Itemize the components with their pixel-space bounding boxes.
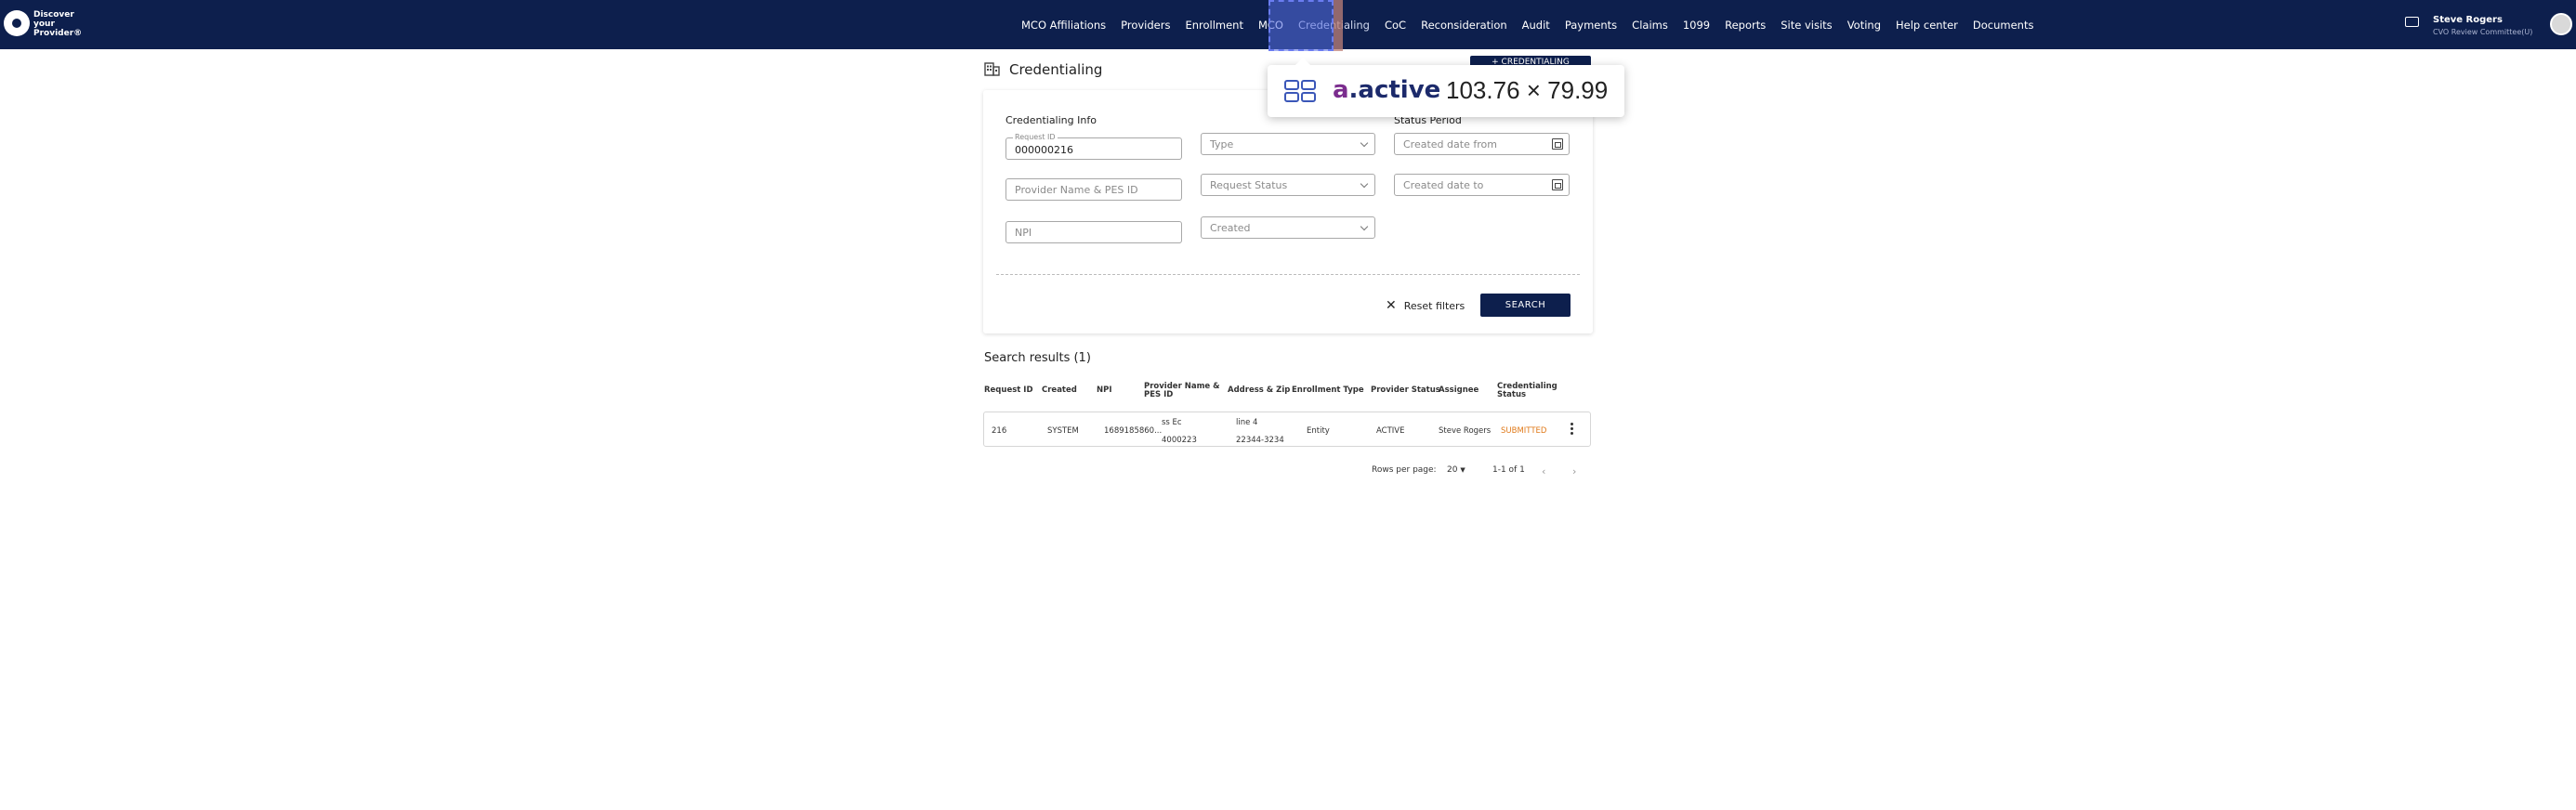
brand-line-2: your: [33, 20, 55, 29]
reset-filters-button[interactable]: ✕ Reset filters: [1386, 298, 1465, 313]
chevron-down-icon: [1360, 138, 1369, 148]
calendar-icon[interactable]: [1552, 138, 1563, 150]
rows-per-page-select[interactable]: 20 ▼: [1447, 465, 1465, 475]
main-nav: MCO Affiliations Providers Enrollment MC…: [1021, 0, 2048, 49]
page-title: Credentialing: [1009, 61, 1103, 78]
nav-item-1099[interactable]: 1099: [1683, 19, 1710, 32]
created-date-from-input[interactable]: Created date from: [1394, 133, 1570, 155]
column-header-provider-status[interactable]: Provider Status: [1371, 386, 1440, 395]
nav-item-coc[interactable]: CoC: [1385, 19, 1406, 32]
cell-assignee: Steve Rogers: [1439, 426, 1492, 436]
column-header-assignee[interactable]: Assignee: [1439, 386, 1479, 395]
request-id-value: 000000216: [1015, 144, 1073, 156]
request-id-field[interactable]: Request ID 000000216: [1005, 133, 1182, 160]
close-icon: ✕: [1386, 298, 1397, 313]
next-page-icon[interactable]: ›: [1572, 465, 1576, 477]
column-header-npi[interactable]: NPI: [1097, 386, 1112, 395]
more-options-icon[interactable]: [1571, 423, 1573, 435]
type-select[interactable]: Type: [1201, 133, 1375, 155]
inspector-selector: a.active: [1333, 76, 1440, 104]
brand-line-3: Provider®: [33, 29, 83, 38]
nav-item-mco-affiliations[interactable]: MCO Affiliations: [1021, 19, 1106, 32]
nav-item-site-visits[interactable]: Site visits: [1781, 19, 1832, 32]
avatar[interactable]: [2550, 13, 2572, 35]
flex-layout-icon: [1284, 80, 1316, 102]
date-to-placeholder: Created date to: [1403, 179, 1484, 191]
request-id-label: Request ID: [1013, 133, 1058, 141]
previous-page-icon[interactable]: ‹: [1542, 465, 1545, 477]
cell-address: line 4: [1236, 418, 1258, 427]
search-button[interactable]: SEARCH: [1480, 294, 1571, 317]
npi-input[interactable]: NPI: [1005, 221, 1182, 243]
user-role: CVO Review Committee(U): [2433, 28, 2533, 36]
date-from-placeholder: Created date from: [1403, 138, 1497, 150]
divider: [996, 274, 1580, 275]
chevron-down-icon: [1360, 179, 1369, 189]
pagination-range: 1-1 of 1: [1492, 465, 1525, 475]
cell-created: SYSTEM: [1047, 426, 1079, 436]
created-select[interactable]: Created: [1201, 216, 1375, 239]
calendar-icon[interactable]: [1552, 179, 1563, 190]
cell-provider-name: ss Ec: [1162, 418, 1182, 427]
column-header-address[interactable]: Address & Zip: [1228, 386, 1290, 395]
type-placeholder: Type: [1210, 138, 1234, 150]
nav-item-reconsideration[interactable]: Reconsideration: [1421, 19, 1507, 32]
user-name[interactable]: Steve Rogers: [2433, 15, 2503, 25]
credentialing-info-label: Credentialing Info: [1005, 114, 1097, 126]
cell-request-id: 216: [992, 426, 1007, 436]
column-header-provider-name[interactable]: Provider Name & PES ID: [1144, 383, 1220, 399]
inspector-tag: a: [1333, 76, 1349, 104]
rows-per-page-label: Rows per page:: [1372, 465, 1437, 475]
request-status-select[interactable]: Request Status: [1201, 174, 1375, 196]
rows-per-page-value: 20: [1447, 465, 1458, 475]
column-header-credentialing-status[interactable]: Credentialing Status: [1497, 383, 1557, 399]
cell-pes-id: 4000223: [1162, 436, 1197, 445]
cell-enrollment-type: Entity: [1307, 426, 1330, 436]
created-placeholder: Created: [1210, 222, 1251, 234]
nav-item-payments[interactable]: Payments: [1565, 19, 1617, 32]
brand-name[interactable]: Discover your Provider®: [33, 10, 83, 38]
nav-item-enrollment[interactable]: Enrollment: [1185, 19, 1243, 32]
cell-provider-status: ACTIVE: [1376, 426, 1405, 436]
building-icon: [984, 62, 1000, 76]
created-date-to-input[interactable]: Created date to: [1394, 174, 1570, 196]
nav-item-providers[interactable]: Providers: [1121, 19, 1170, 32]
provider-name-placeholder: Provider Name & PES ID: [1015, 184, 1138, 196]
nav-item-audit[interactable]: Audit: [1522, 19, 1550, 32]
column-header-enrollment-type[interactable]: Enrollment Type: [1292, 386, 1364, 395]
brand-logo-icon[interactable]: [4, 10, 30, 36]
caret-down-icon: ▼: [1460, 466, 1465, 474]
npi-placeholder: NPI: [1015, 227, 1032, 239]
reset-filters-label: Reset filters: [1403, 299, 1465, 312]
nav-item-reports[interactable]: Reports: [1725, 19, 1766, 32]
provider-name-input[interactable]: Provider Name & PES ID: [1005, 178, 1182, 201]
chevron-down-icon: [1360, 222, 1369, 231]
column-header-created[interactable]: Created: [1042, 386, 1077, 395]
nav-item-claims[interactable]: Claims: [1632, 19, 1668, 32]
results-title: Search results (1): [984, 351, 1091, 365]
nav-item-help-center[interactable]: Help center: [1896, 19, 1958, 32]
column-header-cred-status-line2: Status: [1497, 390, 1527, 399]
nav-item-documents[interactable]: Documents: [1973, 19, 2034, 32]
nav-item-voting[interactable]: Voting: [1847, 19, 1881, 32]
request-status-placeholder: Request Status: [1210, 179, 1288, 191]
inspector-highlight: [1268, 0, 1334, 51]
column-header-provider-name-line2: PES ID: [1144, 390, 1174, 399]
cell-npi: 1689185860...: [1104, 426, 1163, 436]
brand-line-1: Discover: [33, 10, 74, 20]
column-header-request-id[interactable]: Request ID: [984, 386, 1033, 395]
status-badge: SUBMITTED: [1501, 426, 1547, 436]
inspector-highlight-margin: [1334, 0, 1343, 51]
mail-icon[interactable]: [2405, 17, 2419, 27]
inspector-tooltip: a.active 103.76 × 79.99: [1268, 58, 1624, 117]
inspector-class: .active: [1348, 76, 1441, 104]
cell-zip: 22344-3234: [1236, 436, 1284, 445]
inspector-dimensions: 103.76 × 79.99: [1446, 76, 1609, 104]
